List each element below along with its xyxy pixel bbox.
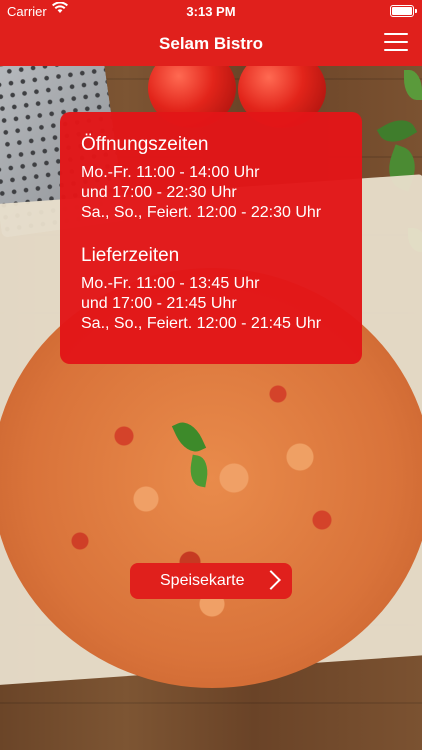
navigation-bar: Selam Bistro <box>0 22 422 66</box>
app-title: Selam Bistro <box>159 34 263 53</box>
opening-hours-line: Sa., So., Feiert. 12:00 - 22:30 Uhr <box>81 204 322 221</box>
delivery-hours-line: Sa., So., Feiert. 12:00 - 21:45 Uhr <box>81 315 322 332</box>
delivery-hours-title: Lieferzeiten <box>81 245 180 266</box>
menu-card-button[interactable]: Speisekarte <box>130 563 292 599</box>
opening-hours-title: Öffnungszeiten <box>81 134 209 155</box>
leaf-decoration <box>404 70 422 100</box>
leaf-decoration <box>376 112 418 150</box>
opening-hours-line: und 17:00 - 22:30 Uhr <box>81 184 237 201</box>
status-bar: Carrier 3:13 PM <box>0 0 422 22</box>
opening-hours-line: Mo.-Fr. 11:00 - 14:00 Uhr <box>81 164 260 181</box>
clock: 3:13 PM <box>186 4 236 19</box>
hamburger-menu-icon[interactable] <box>384 33 408 53</box>
delivery-hours-line: und 17:00 - 21:45 Uhr <box>81 295 237 312</box>
battery-icon <box>390 5 417 17</box>
delivery-hours-line: Mo.-Fr. 11:00 - 13:45 Uhr <box>81 275 260 292</box>
menu-card-button-label: Speisekarte <box>160 572 245 589</box>
hours-card: Öffnungszeiten Mo.-Fr. 11:00 - 14:00 Uhr… <box>60 112 362 364</box>
chevron-right-icon <box>261 570 281 590</box>
